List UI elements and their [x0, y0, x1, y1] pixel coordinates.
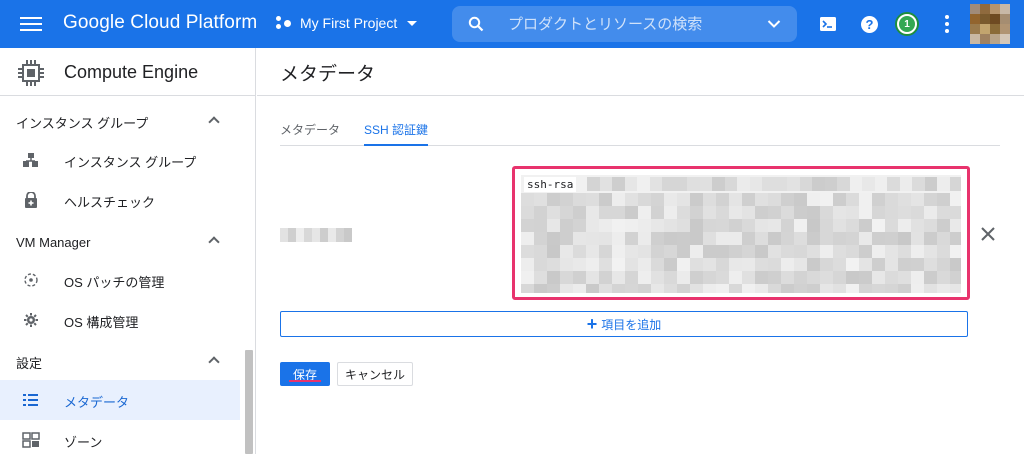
project-name: My First Project [300, 15, 398, 31]
avatar[interactable] [970, 4, 1010, 44]
sidebar-item-metadata[interactable]: メタデータ [0, 380, 240, 420]
chevron-up-icon [208, 116, 220, 128]
instance-group-icon [23, 153, 38, 167]
os-config-icon [24, 313, 38, 327]
metadata-icon [23, 394, 38, 406]
chevron-up-icon [208, 356, 220, 368]
section-label: 設定 [16, 355, 43, 371]
add-item-button[interactable]: + 項目を追加 [280, 311, 968, 337]
sidebar-item-label: インスタンス グループ [64, 155, 197, 170]
more-vert-icon[interactable] [945, 15, 949, 33]
search-bar[interactable] [452, 6, 797, 42]
close-icon[interactable] [979, 225, 997, 243]
sidebar-item-label: メタデータ [64, 395, 130, 410]
chevron-up-icon [208, 236, 220, 248]
caret-down-icon [407, 20, 418, 26]
ssh-key-textarea[interactable]: ssh-rsa [521, 175, 961, 293]
brand-title[interactable]: Google Cloud Platform [63, 12, 257, 34]
sidebar-item-label: ゾーン [64, 435, 103, 450]
search-input[interactable] [500, 15, 751, 33]
menu-icon[interactable] [20, 14, 42, 34]
sidebar-section-instance-groups[interactable]: インスタンス グループ [0, 102, 240, 142]
sidebar-item-zones[interactable]: ゾーン [0, 420, 240, 454]
add-item-label: 項目を追加 [601, 317, 662, 332]
sidebar-item-label: OS パッチの管理 [64, 275, 165, 290]
zones-icon [22, 432, 40, 448]
tab-metadata[interactable]: メタデータ [280, 121, 340, 146]
sidebar-header: Compute Engine [0, 48, 255, 96]
notification-icon[interactable]: 1 [895, 12, 919, 36]
ssh-key-redacted-body [521, 193, 961, 293]
sidebar-item-label: ヘルスチェック [64, 195, 156, 210]
top-app-bar: Google Cloud Platform My First Project ?… [0, 0, 1024, 48]
tab-bar: メタデータ SSH 認証鍵 [280, 116, 1000, 146]
ssh-key-username-redacted [280, 228, 356, 242]
save-highlight-underline [289, 380, 321, 382]
page-title: メタデータ [280, 64, 376, 85]
notification-count: 1 [899, 16, 915, 32]
sidebar-item-os-config[interactable]: OS 構成管理 [0, 300, 240, 340]
cancel-button[interactable]: キャンセル [337, 362, 413, 386]
section-label: VM Manager [16, 234, 91, 250]
ssh-key-redacted-line [587, 177, 961, 191]
cloud-shell-icon[interactable] [818, 14, 838, 34]
tab-ssh-keys[interactable]: SSH 認証鍵 [364, 121, 429, 146]
ssh-key-prefix: ssh-rsa [524, 177, 577, 192]
plus-icon: + [586, 314, 598, 334]
sidebar-scrollbar[interactable] [245, 350, 253, 454]
ssh-key-field[interactable]: ssh-rsa [512, 166, 970, 300]
sidebar: Compute Engine インスタンス グループ インスタンス グループ ヘ… [0, 48, 256, 454]
sidebar-section-settings[interactable]: 設定 [0, 342, 240, 382]
sidebar-title: Compute Engine [64, 62, 199, 82]
sidebar-item-os-patch[interactable]: OS パッチの管理 [0, 260, 240, 300]
chevron-down-icon[interactable] [751, 19, 797, 29]
section-label: インスタンス グループ [16, 115, 149, 131]
project-icon [276, 15, 292, 31]
divider [257, 95, 1024, 96]
os-patch-icon [24, 273, 38, 287]
save-button[interactable]: 保存 [280, 362, 330, 386]
sidebar-section-vm-manager[interactable]: VM Manager [0, 222, 240, 262]
help-icon[interactable]: ? [861, 16, 878, 33]
sidebar-item-instance-groups[interactable]: インスタンス グループ [0, 140, 240, 180]
sidebar-item-health-checks[interactable]: ヘルスチェック [0, 180, 240, 220]
project-selector[interactable]: My First Project [276, 15, 418, 31]
compute-engine-icon [18, 60, 44, 86]
search-icon [452, 16, 500, 32]
sidebar-item-label: OS 構成管理 [64, 315, 139, 330]
health-check-icon [25, 192, 37, 208]
